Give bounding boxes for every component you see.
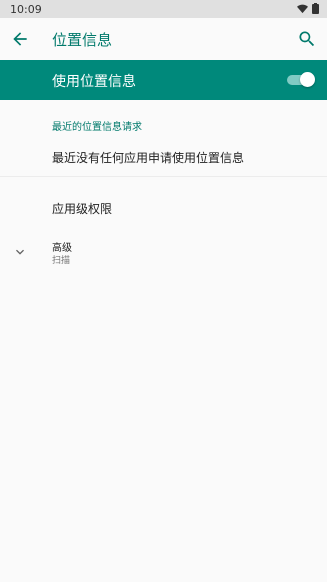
- status-time: 10:09: [10, 3, 42, 16]
- toggle-thumb: [300, 72, 315, 87]
- master-switch-label: 使用位置信息: [52, 74, 136, 90]
- status-icons: [297, 3, 319, 14]
- wifi-icon: [297, 4, 308, 13]
- app-bar: 位置信息: [0, 18, 327, 60]
- recent-requests-header: 最近的位置信息请求: [52, 122, 142, 133]
- location-master-switch-bar[interactable]: 使用位置信息: [0, 60, 327, 100]
- recent-requests-empty-text: 最近没有任何应用申请使用位置信息: [52, 151, 245, 165]
- chevron-down-icon[interactable]: [12, 244, 28, 260]
- advanced-item-summary: 扫描: [52, 256, 71, 266]
- status-bar: 10:09: [0, 0, 327, 18]
- back-arrow-icon[interactable]: [10, 29, 30, 49]
- page-title: 位置信息: [52, 31, 113, 49]
- app-level-permissions-item[interactable]: 应用级权限: [52, 200, 112, 217]
- divider: [0, 176, 327, 177]
- location-toggle[interactable]: [287, 72, 315, 88]
- search-icon[interactable]: [297, 29, 317, 49]
- battery-icon: [312, 3, 319, 14]
- advanced-item-title[interactable]: 高级: [52, 239, 72, 254]
